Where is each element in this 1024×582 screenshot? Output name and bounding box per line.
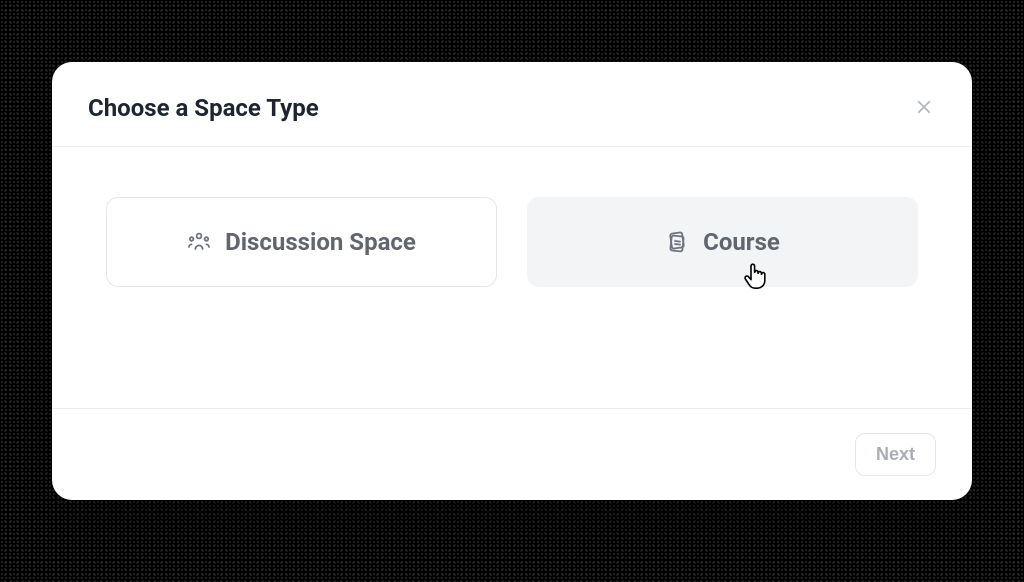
option-label: Course: [703, 228, 780, 256]
people-icon: [187, 230, 211, 254]
modal-title: Choose a Space Type: [88, 94, 319, 122]
space-type-modal: Choose a Space Type: [52, 62, 972, 500]
cards-icon: [665, 230, 689, 254]
next-button[interactable]: Next: [855, 433, 936, 476]
modal-header: Choose a Space Type: [52, 62, 972, 147]
modal-body: Discussion Space Course: [52, 147, 972, 408]
close-button[interactable]: [912, 96, 936, 120]
close-icon: [915, 98, 933, 119]
pointer-cursor-icon: [742, 262, 766, 294]
option-course[interactable]: Course: [527, 197, 918, 287]
option-discussion-space[interactable]: Discussion Space: [106, 197, 497, 287]
option-label: Discussion Space: [225, 228, 416, 256]
modal-footer: Next: [52, 408, 972, 500]
